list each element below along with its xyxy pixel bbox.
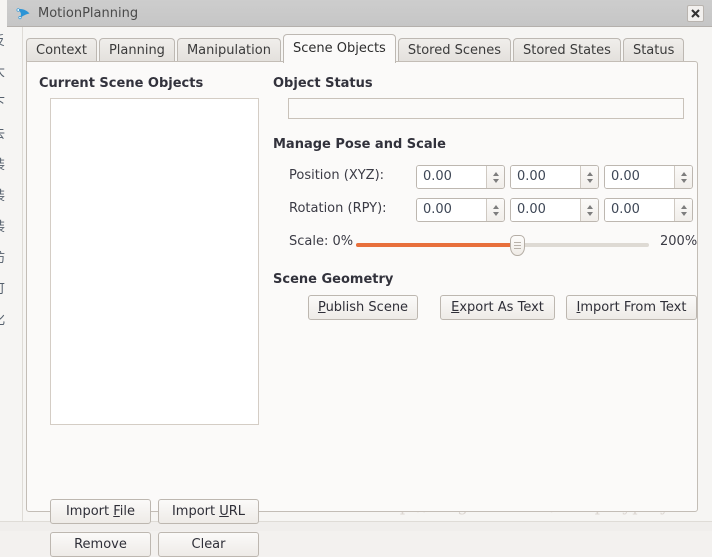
rotation-r-value[interactable]: 0.00 xyxy=(417,199,486,221)
scene-objects-panel: Current Scene Objects Import File Import… xyxy=(26,61,698,557)
position-y-stepper[interactable] xyxy=(580,166,598,188)
import-file-button[interactable]: Import File xyxy=(50,499,151,524)
clear-label: Clear xyxy=(191,537,226,552)
remove-label: Remove xyxy=(74,537,127,552)
motion-planning-icon xyxy=(16,8,30,20)
publish-scene-button[interactable]: Publish Scene xyxy=(308,295,418,320)
position-z-stepper[interactable] xyxy=(674,166,692,188)
close-icon xyxy=(691,9,700,18)
scale-label: Scale: 0% xyxy=(289,234,353,249)
import-from-text-button[interactable]: Import From Text xyxy=(566,295,697,320)
close-button[interactable] xyxy=(687,5,704,22)
position-x-spinbox[interactable]: 0.00 xyxy=(416,165,505,189)
clear-button[interactable]: Clear xyxy=(158,532,259,557)
rotation-y-value[interactable]: 0.00 xyxy=(605,199,674,221)
rotation-r-spinbox[interactable]: 0.00 xyxy=(416,198,505,222)
rotation-y-spinbox[interactable]: 0.00 xyxy=(604,198,693,222)
position-x-value[interactable]: 0.00 xyxy=(417,166,486,188)
scale-slider-handle[interactable] xyxy=(510,235,525,256)
rotation-label: Rotation (RPY): xyxy=(289,201,387,216)
import-from-text-label: Import From Text xyxy=(576,300,687,315)
current-scene-objects-title: Current Scene Objects xyxy=(39,76,204,91)
position-z-value[interactable]: 0.00 xyxy=(605,166,674,188)
tab-bar[interactable]: Context Planning Manipulation Scene Objects… xyxy=(26,34,686,63)
remove-button[interactable]: Remove xyxy=(50,532,151,557)
scale-label-text: Scale: xyxy=(289,234,329,249)
rotation-p-value[interactable]: 0.00 xyxy=(511,199,580,221)
motion-planning-window: MotionPlanning Context Planning Manipulati… xyxy=(7,0,712,557)
position-z-spinbox[interactable]: 0.00 xyxy=(604,165,693,189)
rotation-r-stepper[interactable] xyxy=(486,199,504,221)
export-as-text-button[interactable]: Export As Text xyxy=(440,295,555,320)
import-url-button[interactable]: Import URL xyxy=(158,499,259,524)
tab-stored-states[interactable]: Stored States xyxy=(513,38,621,62)
position-y-spinbox[interactable]: 0.00 xyxy=(510,165,599,189)
scale-max-label: 200% xyxy=(660,234,698,249)
rotation-y-stepper[interactable] xyxy=(674,199,692,221)
tab-manipulation[interactable]: Manipulation xyxy=(176,38,281,62)
rotation-p-spinbox[interactable]: 0.00 xyxy=(510,198,599,222)
tab-scene-objects[interactable]: Scene Objects xyxy=(282,34,396,63)
rotation-p-stepper[interactable] xyxy=(580,199,598,221)
scale-min-label: 0% xyxy=(332,234,354,249)
scene-objects-list[interactable] xyxy=(50,98,259,425)
window-title: MotionPlanning xyxy=(38,6,139,21)
tab-context[interactable]: Context xyxy=(26,38,97,62)
export-as-text-label: Export As Text xyxy=(451,300,544,315)
manage-pose-and-scale-title: Manage Pose and Scale xyxy=(273,137,446,152)
import-url-label: Import URL xyxy=(171,504,246,519)
window-titlebar: MotionPlanning xyxy=(7,0,712,27)
object-status-field[interactable] xyxy=(288,98,684,119)
scale-slider-fill xyxy=(356,243,517,247)
tab-planning[interactable]: Planning xyxy=(98,38,175,62)
publish-scene-label: Publish Scene xyxy=(317,300,409,315)
scale-slider[interactable] xyxy=(356,234,649,256)
position-y-value[interactable]: 0.00 xyxy=(511,166,580,188)
import-file-label: Import File xyxy=(65,504,136,519)
tab-status[interactable]: Status xyxy=(622,38,685,62)
scene-geometry-title: Scene Geometry xyxy=(273,272,394,287)
position-x-stepper[interactable] xyxy=(486,166,504,188)
position-label: Position (XYZ): xyxy=(289,168,385,183)
object-status-title: Object Status xyxy=(273,76,373,91)
tab-stored-scenes[interactable]: Stored Scenes xyxy=(397,38,511,62)
